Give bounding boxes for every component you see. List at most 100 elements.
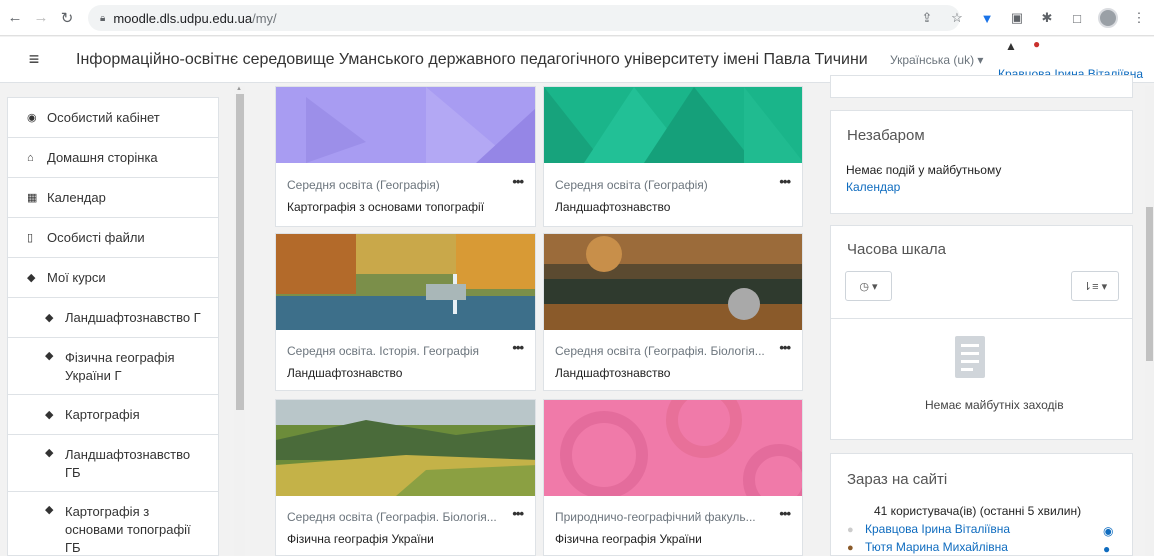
share-icon[interactable]: ⇪ [918,9,936,27]
course-category: Середня освіта (Географія) [287,178,440,192]
course-card[interactable]: Середня освіта. Історія. Географія ••• Л… [275,233,536,391]
star-icon[interactable]: ☆ [948,9,966,27]
course-card[interactable]: Природничо-географічний факуль... ••• Фі… [543,399,803,556]
extension-icon[interactable]: ▼ [978,9,996,27]
online-user[interactable]: Кравцова Ірина Віталіївна [865,522,1010,536]
course-name[interactable]: Картографія з основами топографії [287,200,484,214]
graduation-cap-icon: ◆ [45,350,54,362]
drawer-item-course[interactable]: ◆ Картографія з основами топографії ГБ [8,492,218,555]
bell-icon[interactable]: ▲ [1005,39,1017,53]
course-name[interactable]: Ландшафтознавство [555,200,670,214]
url-path: /my/ [252,10,277,26]
menu-icon[interactable]: ⋮ [1130,9,1148,27]
course-category: Середня освіта (Географія) [555,178,708,192]
course-card[interactable]: Середня освіта (Географія. Біологія... •… [275,399,536,556]
timeline-block: Часова шкала ◷ ▾ ⇂≡ ▾ Немає майбутніх за… [830,225,1133,440]
timeline-empty: Немає майбутніх заходів [925,398,1064,412]
dashboard-icon: ◉ [27,112,37,124]
browser-toolbar: ← → ↻ 🔒︎ moodle.dls.udpu.edu.ua/my/ ⇪ ☆ … [0,0,1154,36]
page-scrollbar[interactable] [1145,86,1154,556]
graduation-cap-icon: ◆ [45,409,54,421]
back-icon[interactable]: ← [4,7,26,29]
drawer-item-home[interactable]: ⌂ Домашня сторінка [8,138,218,178]
drawer-item-course[interactable]: ◆ Картографія [8,395,218,435]
course-image[interactable] [544,87,802,163]
drawer-item-course[interactable]: ◆ Ландшафтознавство Г [8,298,218,338]
course-menu-icon[interactable]: ••• [779,506,791,521]
graduation-cap-icon: ◆ [45,312,54,324]
language-menu[interactable]: Українська (uk) ▾ [890,53,983,67]
scrollbar-thumb[interactable] [1146,207,1153,361]
course-image[interactable] [544,400,802,516]
scroll-up-icon[interactable]: ▲ [236,86,242,92]
timeline-title: Часова шкала [847,241,947,258]
timeline-sort-button[interactable]: ⇂≡ ▾ [1071,271,1119,301]
course-image[interactable] [276,87,535,163]
course-menu-icon[interactable]: ••• [779,340,791,355]
upcoming-empty: Немає подій у майбутньому [846,163,1002,177]
drawer-item-mycourses[interactable]: ◆ Мої курси [8,258,218,298]
address-bar[interactable]: 🔒︎ moodle.dls.udpu.edu.ua/my/ [88,5,960,31]
home-icon: ⌂ [27,151,34,164]
graduation-cap-icon: ◆ [45,504,54,516]
online-summary: 41 користувача(ів) (останні 5 хвилин) [874,504,1082,518]
course-name[interactable]: Ландшафтознавство [555,366,670,380]
drawer-item-course[interactable]: ◆ Ландшафтознавство ГБ [8,435,218,492]
drawer-item-files[interactable]: ▯ Особисті файли [8,218,218,258]
autumn-park-photo [276,234,535,330]
course-image[interactable] [276,234,535,330]
user-avatar-icon: ● [847,524,854,536]
drawer-item-dashboard[interactable]: ◉ Особистий кабінет [8,98,218,138]
course-menu-icon[interactable]: ••• [512,506,524,521]
course-menu-icon[interactable]: ••• [512,340,524,355]
lock-icon: 🔒︎ [100,12,106,24]
reload-icon[interactable]: ↻ [56,7,78,29]
course-name[interactable]: Фізична географія України [287,532,434,546]
graduation-cap-icon: ◆ [27,272,36,284]
pattern-image [544,87,802,163]
course-menu-icon[interactable]: ••• [512,174,524,189]
course-image[interactable] [276,400,535,496]
file-icon: ▯ [27,232,34,244]
extension-icon[interactable]: ▣ [1008,9,1026,27]
url-host: moodle.dls.udpu.edu.ua [113,10,253,26]
course-card[interactable]: Середня освіта (Географія) ••• Ландшафто… [543,86,803,227]
sidepanel-icon[interactable]: □ [1068,9,1086,27]
pink-pattern [560,400,802,516]
messages-icon[interactable]: ● [1033,37,1040,51]
graduation-cap-icon: ◆ [45,447,54,459]
online-title: Зараз на сайті [847,471,948,488]
upcoming-block: Незабаром Немає подій у майбутньому Кале… [830,110,1133,214]
previous-block [830,75,1133,98]
course-category: Природничо-географічний факуль... [555,510,756,524]
profile-avatar[interactable] [1098,8,1118,28]
course-image[interactable] [544,234,802,330]
drawer-item-course[interactable]: ◆ Фізична географія України Г [8,338,218,395]
timeline-filter-button[interactable]: ◷ ▾ [845,271,892,301]
hills-photo [276,400,535,496]
site-name[interactable]: Інформаційно-освітнє середовище Умансько… [76,51,868,69]
course-name[interactable]: Фізична географія України [555,532,702,546]
hamburger-icon[interactable]: ≡ [14,40,54,80]
empty-list-icon [955,336,985,378]
online-user[interactable]: Тютя Марина Михайлівна [865,540,1008,554]
course-name[interactable]: Ландшафтознавство [287,366,402,380]
divider [831,318,1132,319]
drawer-scrollbar[interactable]: ▲ [234,86,245,556]
upcoming-title: Незабаром [847,127,925,144]
drawer-item-calendar[interactable]: ▦ Календар [8,178,218,218]
forward-icon[interactable]: → [30,7,52,29]
pattern-image [306,87,535,163]
eye-icon[interactable]: ◉ [1103,524,1113,538]
scrollbar-thumb[interactable] [236,94,244,410]
calendar-link[interactable]: Календар [846,180,900,194]
message-icon[interactable]: ● [1103,542,1110,556]
course-category: Середня освіта. Історія. Географія [287,344,479,358]
course-category: Середня освіта (Географія. Біологія... [287,510,497,524]
puzzle-icon[interactable]: ✱ [1038,9,1056,27]
course-card[interactable]: Середня освіта (Географія) ••• Картограф… [275,86,536,227]
stream-photo [544,234,802,330]
course-menu-icon[interactable]: ••• [779,174,791,189]
calendar-icon: ▦ [27,192,38,204]
course-card[interactable]: Середня освіта (Географія. Біологія... •… [543,233,803,391]
